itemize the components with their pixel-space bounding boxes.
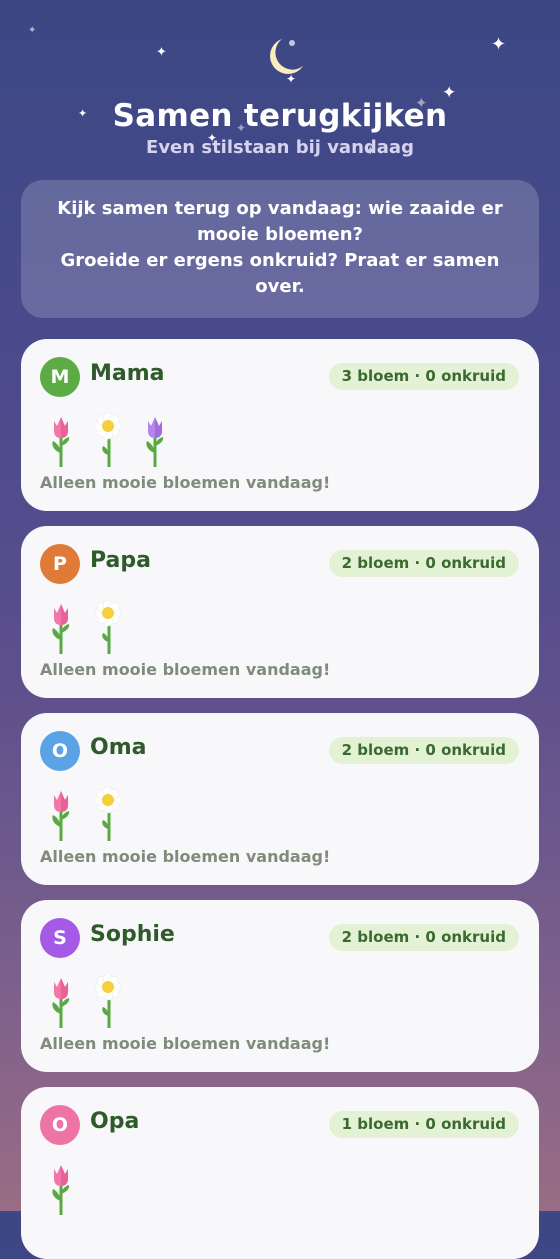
card-caption: Alleen mooie bloemen vandaag! xyxy=(40,847,331,866)
score-badge: 2 bloem · 0 onkruid xyxy=(328,550,519,577)
page-subtitle: Even stilstaan bij vandaag xyxy=(146,137,414,158)
daisy-icon xyxy=(93,786,123,841)
member-name: Mama xyxy=(90,361,165,386)
star-icon: ✦ xyxy=(28,25,37,36)
card-caption: Alleen mooie bloemen vandaag! xyxy=(40,1034,331,1053)
avatar: S xyxy=(40,918,80,958)
score-badge: 3 bloem · 0 onkruid xyxy=(328,363,519,390)
member-name: Papa xyxy=(90,548,151,573)
card-caption: Alleen mooie bloemen vandaag! xyxy=(40,660,331,679)
member-name: Opa xyxy=(90,1109,140,1134)
avatar: O xyxy=(40,731,80,771)
daisy-icon xyxy=(93,412,123,467)
star-icon: ✦ xyxy=(491,34,507,55)
family-member-card-sophie[interactable]: S Sophie 2 bloem · 0 onkruid Alleen mooi… xyxy=(21,900,539,1072)
family-member-card-oma[interactable]: O Oma 2 bloem · 0 onkruid Alleen mooie b… xyxy=(21,713,539,885)
family-member-card-papa[interactable]: P Papa 2 bloem · 0 onkruid Alleen mooie … xyxy=(21,526,539,698)
member-name: Sophie xyxy=(90,922,175,947)
score-badge: 2 bloem · 0 onkruid xyxy=(328,737,519,764)
pink-tulip-icon xyxy=(46,413,76,467)
daisy-icon xyxy=(93,973,123,1028)
pink-tulip-icon xyxy=(46,974,76,1028)
member-name: Oma xyxy=(90,735,147,760)
avatar: M xyxy=(40,357,80,397)
daisy-icon xyxy=(93,599,123,654)
star-icon: ✦ xyxy=(156,45,167,60)
reflection-prompt: Kijk samen terug op vandaag: wie zaaide … xyxy=(21,180,539,318)
purple-tulip-icon xyxy=(140,413,170,467)
family-member-card-mama[interactable]: M Mama 3 bloem · 0 onkruid Alleen mooie … xyxy=(21,339,539,511)
avatar: P xyxy=(40,544,80,584)
card-caption: Alleen mooie bloemen vandaag! xyxy=(40,473,331,492)
prompt-line-2: Groeide er ergens onkruid? Praat er same… xyxy=(60,250,500,297)
score-badge: 2 bloem · 0 onkruid xyxy=(328,924,519,951)
pink-tulip-icon xyxy=(46,787,76,841)
avatar: O xyxy=(40,1105,80,1145)
family-member-card-opa[interactable]: O Opa 1 bloem · 0 onkruid xyxy=(21,1087,539,1259)
pink-tulip-icon xyxy=(46,1161,76,1215)
page-title: Samen terugkijken xyxy=(112,98,448,134)
score-badge: 1 bloem · 0 onkruid xyxy=(328,1111,519,1138)
prompt-line-1: Kijk samen terug op vandaag: wie zaaide … xyxy=(57,198,503,245)
pink-tulip-icon xyxy=(46,600,76,654)
moon-icon xyxy=(270,39,303,74)
